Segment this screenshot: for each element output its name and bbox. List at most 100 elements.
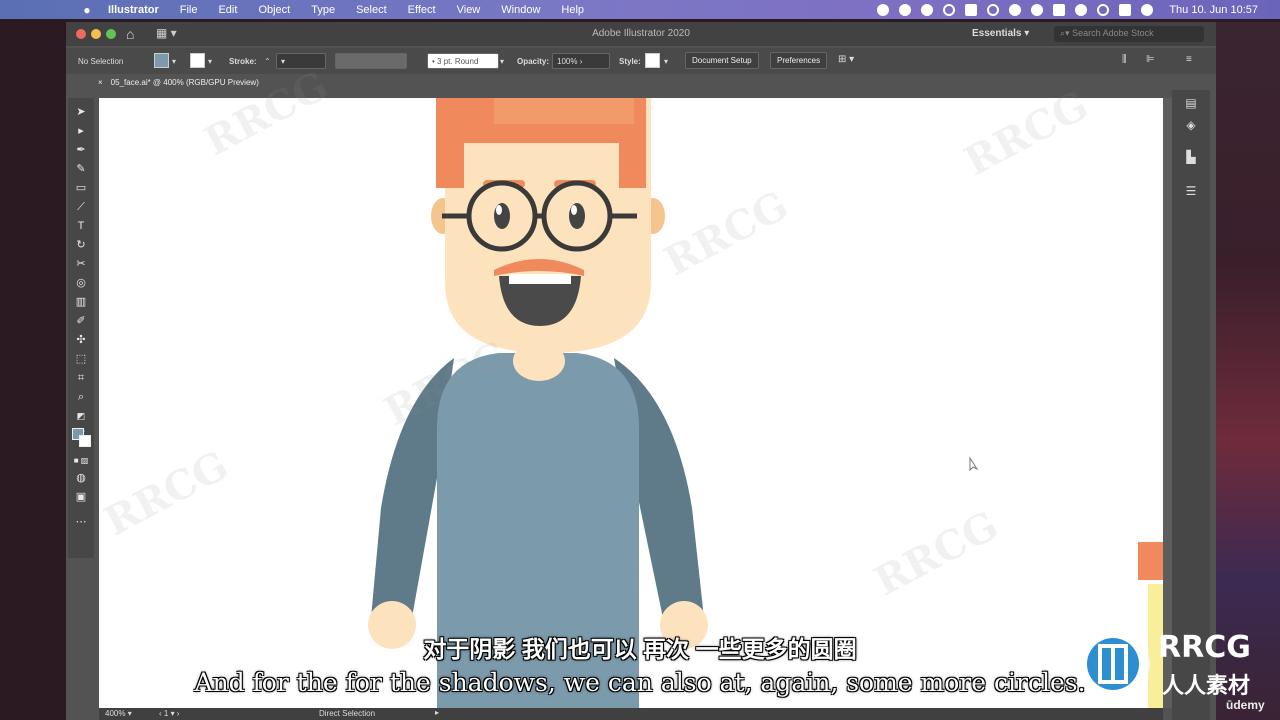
- brush-label: 3 pt. Round: [437, 57, 479, 66]
- udemy-logo: ūdemy: [1226, 698, 1265, 712]
- color-mode-icon[interactable]: ■ ▨: [72, 453, 90, 469]
- text-tool-icon[interactable]: [965, 3, 978, 16]
- chevron-down-icon[interactable]: ▾: [500, 57, 504, 66]
- paintbrush-tool-icon[interactable]: ⟋: [72, 199, 90, 215]
- menu-select[interactable]: Select: [356, 4, 387, 16]
- user-icon[interactable]: [1141, 3, 1154, 16]
- zoom-level[interactable]: 400% ▾: [105, 709, 132, 718]
- stroke-color-swatch[interactable]: [79, 435, 91, 447]
- transform-icon[interactable]: ⊫: [1146, 54, 1155, 65]
- artboard-navigator[interactable]: ‹ 1 ▾ ›: [159, 709, 179, 718]
- vertical-scrollbar[interactable]: [1163, 98, 1172, 708]
- opacity-value: 100%: [557, 57, 578, 66]
- variable-width-profile[interactable]: [335, 53, 407, 69]
- teeth: [509, 274, 571, 284]
- stroke-label: Stroke:: [229, 57, 257, 66]
- clock-icon[interactable]: [1009, 3, 1022, 16]
- wifi-icon[interactable]: [1075, 3, 1088, 16]
- workspace-switcher[interactable]: Essentials ▾: [972, 28, 1029, 39]
- right-eye[interactable]: [569, 203, 585, 229]
- menu-type[interactable]: Type: [311, 4, 335, 16]
- opacity-input[interactable]: 100% ›: [552, 53, 610, 69]
- layers-panel-icon[interactable]: ◈: [1183, 118, 1199, 132]
- artboard-tool-icon[interactable]: ⌗: [72, 370, 90, 386]
- menu-help[interactable]: Help: [561, 4, 584, 16]
- chevron-down-icon[interactable]: ▾: [208, 57, 212, 66]
- pen-tool-icon[interactable]: ✒: [72, 142, 90, 158]
- symbol-sprayer-tool-icon[interactable]: ⬚: [72, 351, 90, 367]
- apple-menu-icon[interactable]: ●: [78, 3, 96, 17]
- status-bar: 400% ▾ ‹ 1 ▾ › Direct Selection ▸: [99, 708, 1163, 720]
- panel-menu-icon[interactable]: ☰: [1183, 184, 1199, 198]
- menu-object[interactable]: Object: [258, 4, 290, 16]
- stroke-swatch[interactable]: [190, 53, 205, 68]
- app-menu[interactable]: Illustrator: [108, 4, 159, 16]
- menu-window[interactable]: Window: [501, 4, 540, 16]
- style-label: Style:: [619, 57, 641, 66]
- moon-icon[interactable]: [1031, 3, 1044, 16]
- fill-stroke-swatches[interactable]: [71, 428, 91, 448]
- record-icon[interactable]: [877, 3, 890, 16]
- blend-tool-icon[interactable]: ✣: [72, 332, 90, 348]
- hair-highlight: [494, 98, 634, 124]
- search-icon: ⌕▾: [1060, 28, 1073, 38]
- menu-clock[interactable]: Thu 10. Jun 10:57: [1169, 4, 1258, 16]
- spotlight-icon[interactable]: [1097, 3, 1110, 16]
- zoom-value: 400%: [105, 709, 126, 718]
- rrcg-brand: RRCG: [1158, 630, 1251, 665]
- properties-panel-icon[interactable]: ▤: [1183, 96, 1199, 110]
- stroke-weight-input[interactable]: ▾: [276, 53, 326, 69]
- more-tools-icon[interactable]: ⋯: [72, 514, 90, 530]
- curvature-tool-icon[interactable]: ✎: [72, 161, 90, 177]
- menu-file[interactable]: File: [180, 4, 198, 16]
- brush-definition[interactable]: • 3 pt. Round: [427, 53, 499, 69]
- menu-edit[interactable]: Edit: [218, 4, 237, 16]
- left-eye[interactable]: [494, 203, 510, 229]
- screen-mode-icon[interactable]: ▣: [72, 489, 90, 505]
- scissors-tool-icon[interactable]: ✂: [72, 256, 90, 272]
- preferences-button[interactable]: Preferences: [770, 52, 828, 69]
- chevron-down-icon[interactable]: ▾: [664, 57, 668, 66]
- document-tab[interactable]: × 05_face.ai* @ 400% (RGB/GPU Preview): [98, 78, 259, 94]
- stroke-weight-stepper[interactable]: ⌃: [264, 57, 271, 66]
- search-stock-input[interactable]: ⌕▾ Search Adobe Stock: [1054, 26, 1204, 42]
- side-swatch-orange[interactable]: [1138, 542, 1163, 580]
- graphic-style-swatch[interactable]: [645, 53, 660, 68]
- control-menu-icon[interactable]: ≡: [1186, 54, 1192, 65]
- menu-effect[interactable]: Effect: [408, 4, 436, 16]
- target-icon[interactable]: [987, 3, 1000, 16]
- mac-menu-bar: ● Illustrator File Edit Object Type Sele…: [0, 0, 1280, 19]
- chat-icon[interactable]: [943, 3, 956, 16]
- fill-swatch[interactable]: [154, 53, 169, 68]
- menu-view[interactable]: View: [457, 4, 481, 16]
- right-eye-highlight: [571, 205, 577, 215]
- draw-mode-icon[interactable]: ◍: [72, 470, 90, 486]
- current-tool-status: Direct Selection: [319, 709, 376, 718]
- document-tab-title: 05_face.ai* @ 400% (RGB/GPU Preview): [110, 78, 259, 87]
- document-setup-button[interactable]: Document Setup: [685, 52, 759, 69]
- selection-tool-icon[interactable]: ➤: [72, 104, 90, 120]
- control-bar: No Selection ▾ ▾ Stroke: ⌃ ▾ • 3 pt. Rou…: [66, 48, 1216, 74]
- play-icon[interactable]: ▸: [435, 708, 439, 717]
- rectangle-tool-icon[interactable]: ▭: [72, 180, 90, 196]
- character-illustration[interactable]: [99, 98, 1163, 708]
- type-tool-icon[interactable]: T: [72, 218, 90, 234]
- arrange-icon[interactable]: ⊞ ▾: [838, 54, 854, 65]
- gradient-tool-icon[interactable]: ▥: [72, 294, 90, 310]
- direct-selection-tool-icon[interactable]: ▸: [72, 123, 90, 139]
- align-icon[interactable]: ⫼: [1122, 54, 1127, 65]
- shape-builder-tool-icon[interactable]: ◎: [72, 275, 90, 291]
- close-icon[interactable]: ×: [98, 78, 103, 87]
- chevron-down-icon[interactable]: ▾: [172, 57, 176, 66]
- libraries-panel-icon[interactable]: ▙: [1183, 150, 1199, 164]
- rotate-tool-icon[interactable]: ↻: [72, 237, 90, 253]
- swap-fill-stroke-icon[interactable]: ◩ ↶: [72, 408, 90, 437]
- eyedropper-tool-icon[interactable]: ✐: [72, 313, 90, 329]
- cloud-icon[interactable]: [921, 3, 934, 16]
- search-placeholder: Search Adobe Stock: [1072, 28, 1154, 38]
- control-center-icon[interactable]: [1119, 3, 1132, 16]
- zoom-tool-icon[interactable]: ⌕: [72, 389, 90, 405]
- mouse-cursor-icon: [969, 456, 979, 472]
- artboard-canvas[interactable]: [99, 98, 1163, 708]
- vlc-icon[interactable]: [899, 3, 912, 16]
